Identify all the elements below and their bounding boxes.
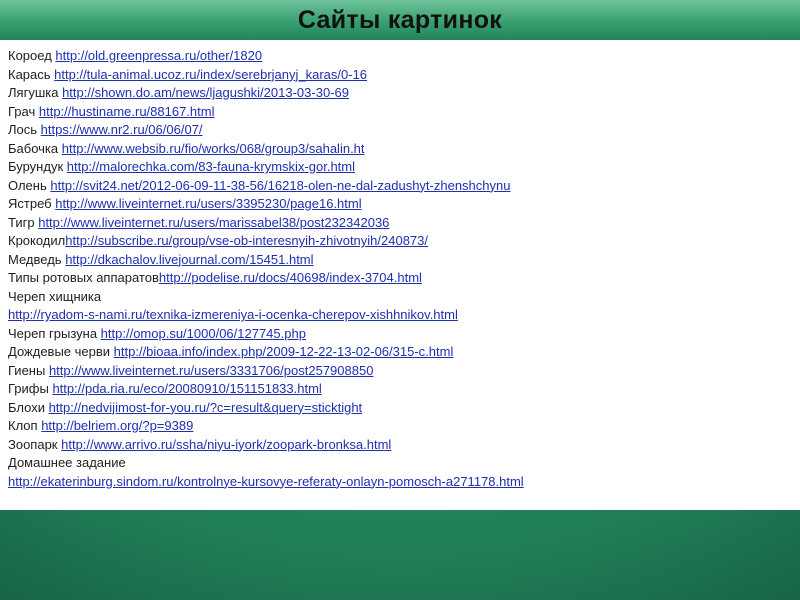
- entry-label: Бабочка: [8, 140, 62, 156]
- list-item: http://ryadom-s-nami.ru/texnika-izmereni…: [8, 306, 788, 325]
- list-item: Череп грызуна http://omop.su/1000/06/127…: [8, 325, 788, 344]
- entry-label: Медведь: [8, 251, 66, 267]
- entry-link[interactable]: http://www.liveinternet.ru/users/marissa…: [38, 215, 389, 230]
- entry-link[interactable]: http://www.websib.ru/fio/works/068/group…: [62, 141, 365, 156]
- entry-link[interactable]: http://pda.ria.ru/eco/20080910/151151833…: [52, 381, 321, 396]
- entry-label: Ястреб: [8, 196, 56, 211]
- entry-label: Тигр: [8, 214, 39, 230]
- entry-link[interactable]: http://old.greenpressa.ru/other/1820: [55, 48, 262, 63]
- list-item: Череп хищника: [8, 288, 788, 307]
- slide-title: Сайты картинок: [297, 6, 503, 34]
- entry-link[interactable]: http://ryadom-s-nami.ru/texnika-izmereni…: [8, 307, 458, 322]
- entry-label: Грач: [8, 103, 39, 119]
- entry-label: Череп грызуна: [8, 325, 101, 341]
- list-item: Блохи http://nedvijimost-for-you.ru/?c=r…: [8, 399, 788, 418]
- list-item: Зоопарк http://www.arrivo.ru/ssha/niyu-i…: [8, 436, 788, 455]
- entry-link[interactable]: http://www.liveinternet.ru/users/3331706…: [49, 363, 374, 378]
- entry-label: Дождевые черви: [8, 344, 114, 359]
- entry-link[interactable]: http://malorechka.com/83-fauna-krymskix-…: [67, 159, 355, 174]
- entry-label: Лось: [8, 122, 41, 137]
- list-item: Лось https://www.nr2.ru/06/06/07/: [8, 121, 788, 140]
- entry-label: Лягушка: [8, 85, 63, 100]
- entry-link[interactable]: http://hustiname.ru/88167.html: [39, 104, 215, 119]
- entry-link[interactable]: http://www.liveinternet.ru/users/3395230…: [55, 196, 361, 211]
- entry-link[interactable]: http://subscribe.ru/group/vse-ob-interes…: [65, 233, 428, 248]
- list-item: Дождевые черви http://bioaa.info/index.p…: [8, 343, 788, 362]
- list-item: http://ekaterinburg.sindom.ru/kontrolnye…: [8, 473, 788, 492]
- list-item: Клоп http://belriem.org/?p=9389: [8, 417, 788, 436]
- entry-link[interactable]: http://tula-animal.ucoz.ru/index/serebrj…: [54, 67, 367, 82]
- list-item: Карась http://tula-animal.ucoz.ru/index/…: [8, 66, 788, 85]
- entry-link[interactable]: http://podelise.ru/docs/40698/index-3704…: [159, 270, 422, 285]
- entry-link[interactable]: http://www.arrivo.ru/ssha/niyu-iyork/zoo…: [61, 437, 391, 452]
- entry-link[interactable]: http://shown.do.am/news/ljagushki/2013-0…: [62, 85, 349, 100]
- entry-label: Череп хищника: [8, 288, 102, 304]
- entry-label: Блохи: [8, 399, 49, 415]
- entry-link[interactable]: http://ekaterinburg.sindom.ru/kontrolnye…: [8, 474, 524, 489]
- list-item: Короед http://old.greenpressa.ru/other/1…: [8, 47, 788, 66]
- entry-label: Карась: [8, 66, 55, 82]
- list-item: Бабочка http://www.websib.ru/fio/works/0…: [8, 140, 788, 159]
- list-item: Крокодилhttp://subscribe.ru/group/vse-ob…: [8, 232, 788, 251]
- entry-label: Зоопарк: [8, 436, 62, 452]
- list-item: Грач http://hustiname.ru/88167.html: [8, 103, 788, 122]
- list-item: Лягушка http://shown.do.am/news/ljagushk…: [8, 84, 788, 103]
- entry-label: Олень: [8, 177, 51, 193]
- list-item: Медведь http://dkachalov.livejournal.com…: [8, 251, 788, 270]
- list-item: Типы ротовых аппаратовhttp://podelise.ru…: [8, 269, 788, 288]
- entry-link[interactable]: http://bioaa.info/index.php/2009-12-22-1…: [114, 344, 454, 359]
- title-bar: Сайты картинок: [0, 0, 800, 40]
- list-item: Бурундук http://malorechka.com/83-fauna-…: [8, 158, 788, 177]
- content-panel: Короед http://old.greenpressa.ru/other/1…: [0, 40, 800, 510]
- entry-link[interactable]: http://omop.su/1000/06/127745.php: [101, 326, 306, 341]
- list-item: Грифы http://pda.ria.ru/eco/20080910/151…: [8, 380, 788, 399]
- entry-label: Бурундук: [8, 159, 67, 174]
- entry-link[interactable]: http://svit24.net/2012-06-09-11-38-56/16…: [50, 178, 510, 193]
- list-item: Ястреб http://www.liveinternet.ru/users/…: [8, 195, 788, 214]
- list-item: Домашнее задание: [8, 454, 788, 473]
- link-list: Короед http://old.greenpressa.ru/other/1…: [8, 47, 788, 491]
- entry-label: Крокодил: [8, 233, 66, 248]
- list-item: Гиены http://www.liveinternet.ru/users/3…: [8, 362, 788, 381]
- entry-label: Домашнее задание: [8, 455, 126, 470]
- list-item: Олень http://svit24.net/2012-06-09-11-38…: [8, 177, 788, 196]
- entry-label: Типы ротовых аппаратов: [8, 270, 159, 285]
- entry-label: Гиены: [8, 362, 49, 378]
- entry-label: Клоп: [8, 418, 42, 433]
- entry-label: Короед: [8, 48, 56, 63]
- entry-link[interactable]: http://belriem.org/?p=9389: [41, 418, 193, 433]
- list-item: Тигр http://www.liveinternet.ru/users/ma…: [8, 214, 788, 233]
- entry-link[interactable]: https://www.nr2.ru/06/06/07/: [41, 122, 203, 137]
- entry-label: Грифы: [8, 381, 53, 396]
- entry-link[interactable]: http://nedvijimost-for-you.ru/?c=result&…: [49, 400, 363, 415]
- entry-link[interactable]: http://dkachalov.livejournal.com/15451.h…: [65, 252, 313, 267]
